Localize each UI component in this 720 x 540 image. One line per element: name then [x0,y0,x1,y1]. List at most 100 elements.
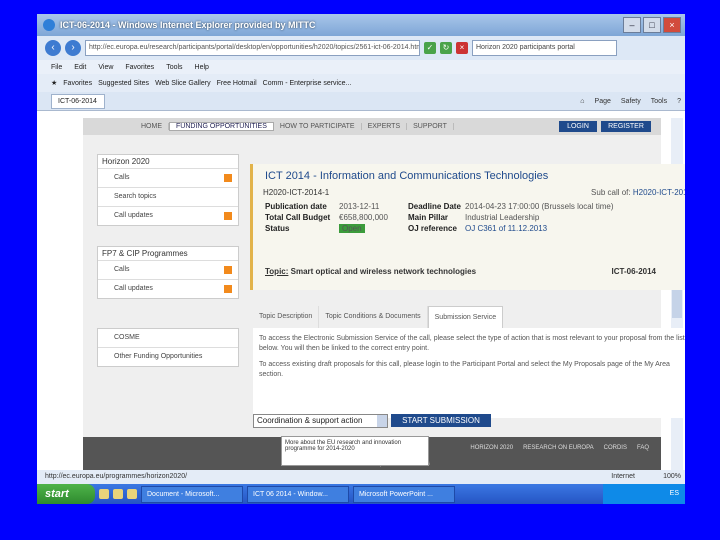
help-icon[interactable]: ? [677,98,681,105]
quicklaunch-icon[interactable] [127,489,137,499]
sidebar-item-search-topics[interactable]: Search topics [98,187,238,206]
sidebar-item-fp7-calls[interactable]: Calls [98,260,238,279]
home-icon[interactable]: ⌂ [580,98,584,105]
minimize-button[interactable]: – [623,17,641,33]
quicklaunch-icon[interactable] [113,489,123,499]
lock-icon[interactable]: ✓ [424,42,436,54]
tab-submission-service[interactable]: Submission Service [427,306,504,329]
oj-reference-link[interactable]: OJ C361 of 11.12.2013 [465,224,547,233]
sidebar-h2020: Horizon 2020 Calls Search topics Call up… [97,154,239,226]
sidebar-item-other-funding[interactable]: Other Funding Opportunities [98,347,238,366]
publication-date: 2013-12-11 [339,202,380,211]
menu-favorites[interactable]: Favorites [125,64,154,71]
status-url: http://ec.europa.eu/programmes/horizon20… [45,473,188,480]
register-button[interactable]: REGISTER [601,121,651,132]
tab-topic-description[interactable]: Topic Description [253,306,320,328]
suggested-sites-link[interactable]: Suggested Sites [98,80,149,87]
start-submission-button[interactable]: START SUBMISSION [391,414,491,427]
nav-funding[interactable]: FUNDING OPPORTUNITIES [169,122,274,131]
topic-tabs: Topic Description Topic Conditions & Doc… [253,306,504,329]
subcall-link[interactable]: H2020-ICT-2014 [633,188,685,197]
sidebar-item-cosme[interactable]: COSME [98,329,238,347]
call-id: H2020-ICT-2014-1 [263,188,330,197]
sidebar-item-calls[interactable]: Calls [98,168,238,187]
menu-view[interactable]: View [98,64,113,71]
login-button[interactable]: LOGIN [559,121,597,132]
address-row: ‹ › http://ec.europa.eu/research/partici… [37,36,685,60]
internet-zone: Internet [611,473,635,480]
window-title: ICT-06-2014 - Windows Internet Explorer … [60,20,316,30]
web-slice-link[interactable]: Web Slice Gallery [155,80,211,87]
quicklaunch-icon[interactable] [99,489,109,499]
sidebar-item-call-updates[interactable]: Call updates [98,206,238,225]
comm-link[interactable]: Comm - Enterprise service... [263,80,352,87]
subcall: Sub call of: H2020-ICT-2014 [591,188,685,197]
sidebar-links: COSME Other Funding Opportunities [97,328,239,367]
tooltip: More about the EU research and innovatio… [281,436,429,466]
favorites-star-icon[interactable]: ★ [51,79,57,87]
draft-instructions: To access existing draft proposals for t… [259,361,670,378]
total-budget: €658,800,000 [339,213,388,222]
menu-help[interactable]: Help [195,64,209,71]
refresh-icon[interactable]: ↻ [440,42,452,54]
menu-tools[interactable]: Tools [166,64,182,71]
sidebar-fp7: FP7 & CIP Programmes Calls Call updates [97,246,239,299]
sidebar-heading: FP7 & CIP Programmes [102,249,188,258]
sidebar-heading: Horizon 2020 [102,157,150,166]
safety-menu[interactable]: Safety [621,98,641,105]
ie-logo-icon [43,19,55,31]
topic-id: ICT-06-2014 [611,267,656,276]
close-button[interactable]: × [663,17,681,33]
rss-icon[interactable] [224,266,232,274]
maximize-button[interactable]: □ [643,17,661,33]
status-badge: Open [339,224,365,233]
call-info-box: ICT 2014 - Information and Communication… [250,164,685,290]
action-type-select[interactable]: Coordination & support action [253,414,388,428]
stop-icon[interactable]: × [456,42,468,54]
nav-experts[interactable]: EXPERTS [362,123,408,130]
hotmail-link[interactable]: Free Hotmail [217,80,257,87]
page-menu[interactable]: Page [595,98,611,105]
start-button[interactable]: start [37,484,95,504]
browser-tab[interactable]: ICT-06-2014 [51,93,105,109]
tools-menu[interactable]: Tools [651,98,667,105]
taskbar-ie[interactable]: ICT 06 2014 - Window... [247,485,349,503]
portal-page: HOME FUNDING OPPORTUNITIES HOW TO PARTIC… [83,118,685,470]
nav-home[interactable]: HOME [135,123,169,130]
footer-link-cordis[interactable]: CORDIS [604,445,627,451]
menu-bar: File Edit View Favorites Tools Help [37,60,685,74]
tab-row: ICT-06-2014 ⌂ Page Safety Tools ? [37,92,685,111]
chevron-down-icon[interactable] [377,415,387,427]
title-bar: ICT-06-2014 - Windows Internet Explorer … [37,14,685,36]
deadline-date: 2014-04-23 17:00:00 (Brussels local time… [465,202,614,211]
footer-link-h2020[interactable]: HORIZON 2020 [470,445,513,451]
main-pillar: Industrial Leadership [465,213,540,222]
rss-icon[interactable] [224,285,232,293]
search-input[interactable]: Horizon 2020 participants portal [472,40,617,56]
tab-topic-conditions[interactable]: Topic Conditions & Documents [319,306,428,328]
browser-window: ICT-06-2014 - Windows Internet Explorer … [37,14,685,504]
back-icon[interactable]: ‹ [45,40,61,56]
footer-link-research[interactable]: RESEARCH ON EUROPA [523,445,594,451]
sidebar-item-fp7-updates[interactable]: Call updates [98,279,238,298]
footer-link-faq[interactable]: FAQ [637,445,649,451]
status-bar: http://ec.europa.eu/programmes/horizon20… [37,470,685,484]
taskbar-powerpoint[interactable]: Microsoft PowerPoint ... [353,485,455,503]
rss-icon[interactable] [224,174,232,182]
topic-line: Topic: Smart optical and wireless networ… [265,267,477,276]
rss-icon[interactable] [224,212,232,220]
system-tray: ES [603,484,685,504]
favorites-bar: ★ Favorites Suggested Sites Web Slice Ga… [37,74,685,92]
taskbar-word[interactable]: Document - Microsoft... [141,485,243,503]
menu-file[interactable]: File [51,64,62,71]
menu-edit[interactable]: Edit [74,64,86,71]
zoom-level[interactable]: 100% [663,470,681,484]
taskbar: start Document - Microsoft... ICT 06 201… [37,484,685,504]
nav-support[interactable]: SUPPORT [407,123,454,130]
nav-participate[interactable]: HOW TO PARTICIPATE [274,123,362,130]
submission-content: To access the Electronic Submission Serv… [253,328,685,418]
forward-icon[interactable]: › [65,40,81,56]
favorites-button[interactable]: Favorites [63,80,92,87]
address-bar[interactable]: http://ec.europa.eu/research/participant… [85,40,420,56]
call-title: ICT 2014 - Information and Communication… [265,170,549,182]
